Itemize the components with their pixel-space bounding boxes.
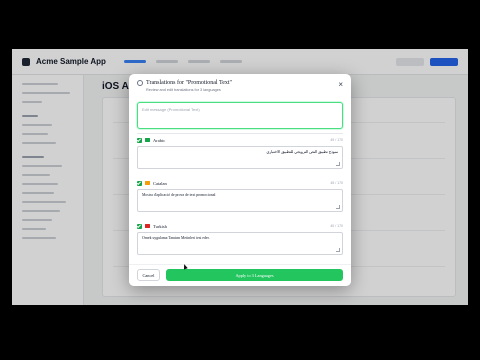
modal-footer: Cancel Apply to 3 Languages [129, 264, 351, 286]
language-checkbox[interactable] [137, 137, 142, 143]
language-checkbox[interactable] [137, 180, 142, 186]
translation-input[interactable]: Örnek uygulama Tanıtım Metinleri test ed… [142, 236, 338, 251]
apply-button[interactable]: Apply to 3 Languages [166, 269, 343, 281]
source-text-field [137, 102, 343, 129]
globe-icon [137, 80, 143, 86]
flag-icon [145, 138, 150, 142]
translation-field: Örnek uygulama Tanıtım Metinleri test ed… [137, 232, 343, 255]
translation-field: نموذج تطبيق النص الترويجي للتطبيق الاختب… [137, 146, 343, 169]
resize-handle-icon[interactable] [336, 205, 340, 209]
language-name: Turkish [153, 223, 167, 229]
translation-input[interactable]: نموذج تطبيق النص الترويجي للتطبيق الاختب… [142, 150, 338, 165]
resize-handle-icon[interactable] [336, 162, 340, 166]
language-name: Arabic [153, 137, 166, 143]
language-checkbox[interactable] [137, 223, 142, 229]
translations-modal: Translations for "Promotional Text" Revi… [129, 74, 351, 286]
flag-icon [145, 181, 150, 185]
modal-header: Translations for "Promotional Text" Revi… [137, 80, 343, 100]
resize-handle-icon[interactable] [336, 248, 340, 252]
character-count: 49 / 170 [330, 138, 343, 142]
divider [137, 133, 343, 134]
close-icon[interactable]: × [338, 81, 343, 89]
source-text-input[interactable] [142, 107, 338, 124]
language-block-arabic: Arabic 49 / 170 نموذج تطبيق النص الترويج… [137, 136, 343, 169]
language-block-catalan: Catalan 45 / 170 Mostra d'aplicació de p… [137, 179, 343, 212]
modal-subtitle: Review and edit translations for 3 langu… [146, 88, 221, 92]
language-block-turkish: Turkish 40 / 170 Örnek uygulama Tanıtım … [137, 222, 343, 255]
cancel-button[interactable]: Cancel [137, 269, 160, 281]
flag-icon [145, 224, 150, 228]
modal-title: Translations for "Promotional Text" [146, 80, 232, 86]
character-count: 45 / 170 [330, 181, 343, 185]
translation-input[interactable]: Mostra d'aplicació de prova de text prom… [142, 193, 338, 208]
translation-field: Mostra d'aplicació de prova de text prom… [137, 189, 343, 212]
character-count: 40 / 170 [330, 224, 343, 228]
language-name: Catalan [153, 180, 167, 186]
